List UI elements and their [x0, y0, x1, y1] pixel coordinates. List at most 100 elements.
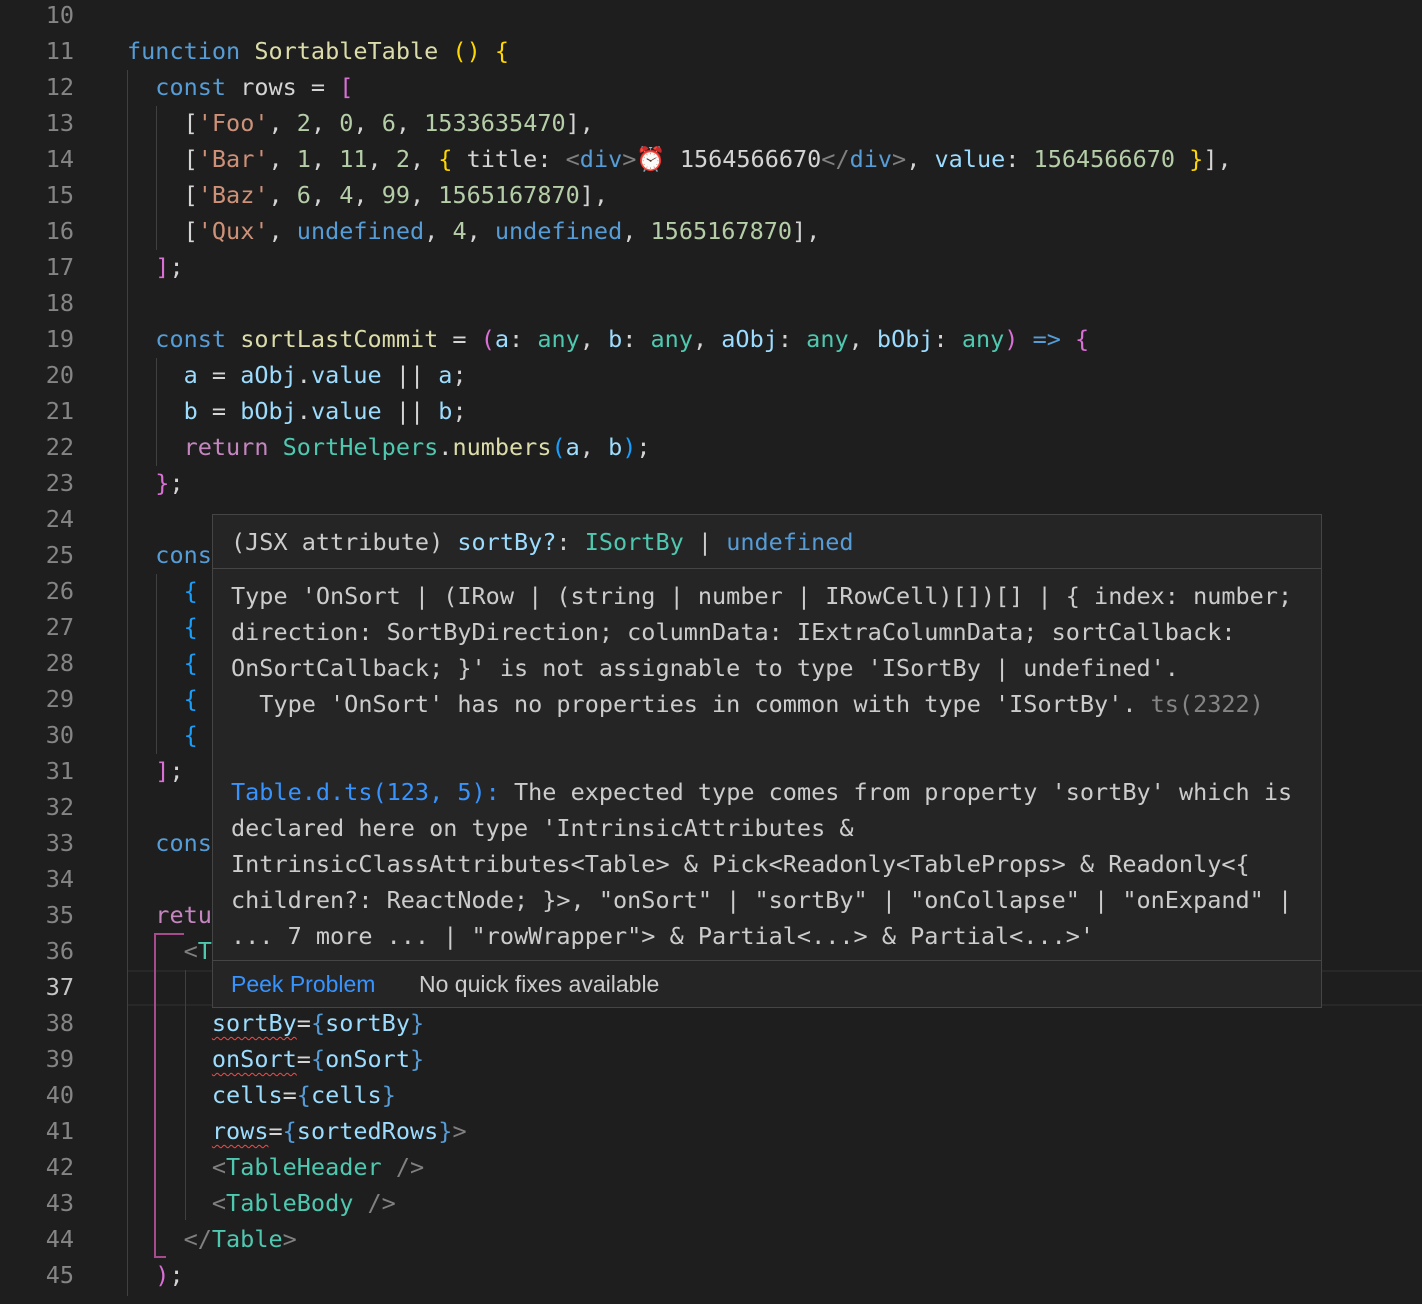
code-token: 6 [381, 109, 396, 137]
code-token: [ [127, 217, 198, 245]
code-line[interactable]: 41 rows={sortedRows}> [0, 1113, 1422, 1149]
code-token: , [424, 217, 453, 245]
code-token: SortHelpers [282, 433, 439, 461]
code-text: { [127, 645, 198, 681]
line-number: 35 [45, 901, 74, 929]
code-token: aObj [721, 325, 778, 353]
code-token: ) [155, 1261, 170, 1289]
code-line[interactable]: 40 cells={cells} [0, 1077, 1422, 1113]
code-token: > [622, 145, 637, 173]
code-token: a [183, 361, 198, 389]
code-line[interactable]: 19 const sortLastCommit = (a: any, b: an… [0, 321, 1422, 357]
line-number: 45 [45, 1261, 74, 1289]
code-line[interactable]: 21 b = bObj.value || b; [0, 393, 1422, 429]
code-token: , [268, 145, 297, 173]
code-token: T [197, 937, 212, 965]
code-token: 'Qux' [197, 217, 269, 245]
code-line[interactable]: 15 ['Baz', 6, 4, 99, 1565167870], [0, 177, 1422, 213]
code-line[interactable]: 20 a = aObj.value || a; [0, 357, 1422, 393]
line-number: 19 [45, 325, 74, 353]
code-token: 'Foo' [197, 109, 269, 137]
code-text: { [127, 573, 198, 609]
code-line[interactable]: 38 sortBy={sortBy} [0, 1005, 1422, 1041]
code-text: { [127, 681, 198, 717]
code-text: return SortHelpers.numbers(a, b); [127, 429, 651, 465]
code-token: : [1005, 145, 1034, 173]
code-token: ], [565, 109, 594, 137]
code-token: ], [579, 181, 609, 209]
code-token: , [622, 217, 651, 245]
code-token: /> [353, 1189, 396, 1217]
line-number: 39 [45, 1045, 74, 1073]
code-token: Table [211, 1225, 283, 1253]
code-token: : [777, 325, 807, 353]
code-line[interactable]: 23 }; [0, 465, 1422, 501]
line-number: 40 [45, 1081, 74, 1109]
code-token: 99 [381, 181, 410, 209]
code-token: ] [155, 757, 170, 785]
code-token: cells [211, 1081, 283, 1109]
code-token: div [849, 145, 893, 173]
code-text: ]; [127, 249, 183, 285]
code-token: < [565, 145, 580, 173]
code-token: { [183, 649, 198, 677]
code-line[interactable]: 16 ['Qux', undefined, 4, undefined, 1565… [0, 213, 1422, 249]
code-token: { [183, 613, 198, 641]
code-text: a = aObj.value || a; [127, 357, 467, 393]
code-token: , [310, 145, 340, 173]
code-token: 'Bar' [197, 145, 269, 173]
code-token: cells [310, 1081, 382, 1109]
code-text: const sortLastCommit = (a: any, b: any, … [127, 321, 1089, 357]
code-token: 4 [339, 181, 354, 209]
line-number: 29 [45, 685, 74, 713]
code-token: [ [127, 181, 198, 209]
related-file-link[interactable]: Table.d.ts(123, 5): [231, 778, 500, 806]
code-token: { [438, 145, 467, 173]
code-text: function SortableTable () { [127, 33, 509, 69]
line-number: 10 [45, 1, 74, 29]
code-text: { [127, 717, 198, 753]
code-text: { [127, 609, 198, 645]
code-line[interactable]: 44 </Table> [0, 1221, 1422, 1257]
code-token: b [438, 397, 453, 425]
code-line[interactable]: 42 <TableHeader /> [0, 1149, 1422, 1185]
code-token: . [438, 433, 453, 461]
code-token: aObj [240, 361, 297, 389]
code-token: } [1175, 145, 1204, 173]
line-number: 21 [45, 397, 74, 425]
code-line[interactable]: 45 ); [0, 1257, 1422, 1293]
code-line[interactable]: 10 [0, 0, 1422, 33]
code-token: rows [211, 1117, 269, 1145]
code-token: ], [1203, 145, 1232, 173]
code-line[interactable]: 11 function SortableTable () { [0, 33, 1422, 69]
code-token: . [296, 361, 311, 389]
code-line[interactable]: 22 return SortHelpers.numbers(a, b); [0, 429, 1422, 465]
code-line[interactable]: 14 ['Bar', 1, 11, 2, { title: <div>⏰ 156… [0, 141, 1422, 177]
code-token: [ [127, 145, 198, 173]
code-line[interactable]: 43 <TableBody /> [0, 1185, 1422, 1221]
line-number: 24 [45, 505, 74, 533]
line-number: 16 [45, 217, 74, 245]
peek-problem-button[interactable]: Peek Problem [231, 961, 375, 1007]
code-line[interactable]: 17 ]; [0, 249, 1422, 285]
code-line[interactable]: 39 onSort={onSort} [0, 1041, 1422, 1077]
code-token: b [183, 397, 198, 425]
code-token: , [848, 325, 877, 353]
code-token: retu [155, 901, 212, 929]
line-number: 38 [45, 1009, 74, 1037]
code-line[interactable]: 18 [0, 285, 1422, 321]
code-token: 1533635470 [424, 109, 566, 137]
code-line[interactable]: 12 const rows = [ [0, 69, 1422, 105]
code-token: => [1032, 325, 1061, 353]
code-line[interactable]: 13 ['Foo', 2, 0, 6, 1533635470], [0, 105, 1422, 141]
code-token: value [310, 397, 382, 425]
